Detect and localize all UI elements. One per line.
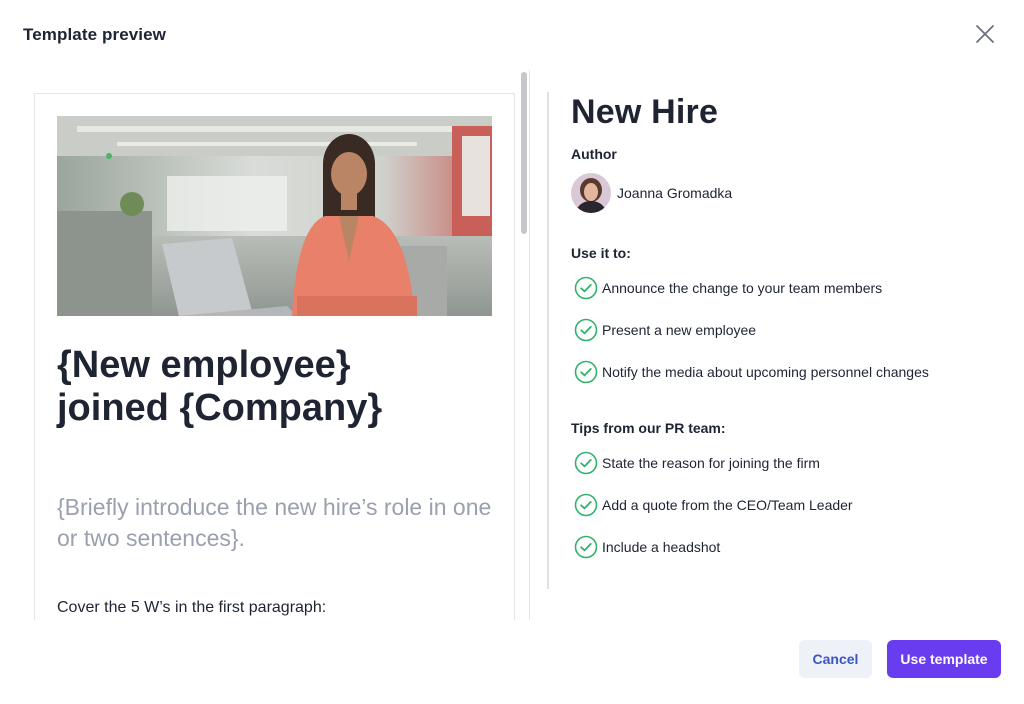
hero-image bbox=[57, 116, 492, 316]
use-it-item: Notify the media about upcoming personne… bbox=[574, 359, 929, 385]
author-name: Joanna Gromadka bbox=[617, 185, 733, 201]
check-circle-icon bbox=[574, 276, 598, 300]
tips-heading: Tips from our PR team: bbox=[571, 420, 726, 436]
use-it-item: Announce the change to your team members bbox=[574, 275, 882, 301]
avatar bbox=[571, 173, 611, 213]
use-template-button[interactable]: Use template bbox=[887, 640, 1001, 678]
preview-document: {New employee} joined {Company} {Briefly… bbox=[34, 93, 515, 620]
tip-item-label: Include a headshot bbox=[602, 539, 721, 555]
details-rule bbox=[547, 92, 549, 589]
check-circle-icon bbox=[574, 318, 598, 342]
template-name: New Hire bbox=[571, 93, 719, 131]
check-circle-icon bbox=[574, 360, 598, 384]
tip-item: State the reason for joining the firm bbox=[574, 450, 820, 476]
use-it-item-label: Present a new employee bbox=[602, 322, 757, 338]
check-circle-icon bbox=[574, 535, 598, 559]
check-circle-icon bbox=[574, 451, 598, 475]
preview-body-text: Cover the 5 W’s in the first paragraph: bbox=[57, 599, 327, 616]
author-heading: Author bbox=[571, 146, 617, 162]
preview-headline-line1: {New employee} bbox=[57, 344, 351, 386]
template-preview-pane[interactable]: {New employee} joined {Company} {Briefly… bbox=[0, 70, 531, 620]
preview-headline-line2: joined {Company} bbox=[57, 387, 383, 429]
tip-item: Add a quote from the CEO/Team Leader bbox=[574, 492, 853, 518]
use-it-heading: Use it to: bbox=[571, 245, 631, 261]
tip-item-label: Add a quote from the CEO/Team Leader bbox=[602, 497, 853, 513]
preview-scrollbar-thumb[interactable] bbox=[521, 72, 527, 234]
preview-intro: {Briefly introduce the new hire’s role i… bbox=[57, 494, 492, 551]
close-button[interactable] bbox=[972, 21, 998, 47]
check-circle-icon bbox=[574, 493, 598, 517]
use-it-item: Present a new employee bbox=[574, 317, 756, 343]
tip-item-label: State the reason for joining the firm bbox=[602, 455, 820, 471]
cancel-button[interactable]: Cancel bbox=[799, 640, 872, 678]
preview-headline: {New employee} joined {Company} bbox=[57, 344, 497, 430]
use-it-item-label: Notify the media about upcoming personne… bbox=[602, 364, 929, 380]
pane-divider bbox=[529, 70, 530, 620]
close-icon bbox=[976, 25, 994, 43]
modal-title: Template preview bbox=[23, 25, 167, 44]
tip-item: Include a headshot bbox=[574, 534, 720, 560]
use-it-item-label: Announce the change to your team members bbox=[602, 280, 883, 296]
